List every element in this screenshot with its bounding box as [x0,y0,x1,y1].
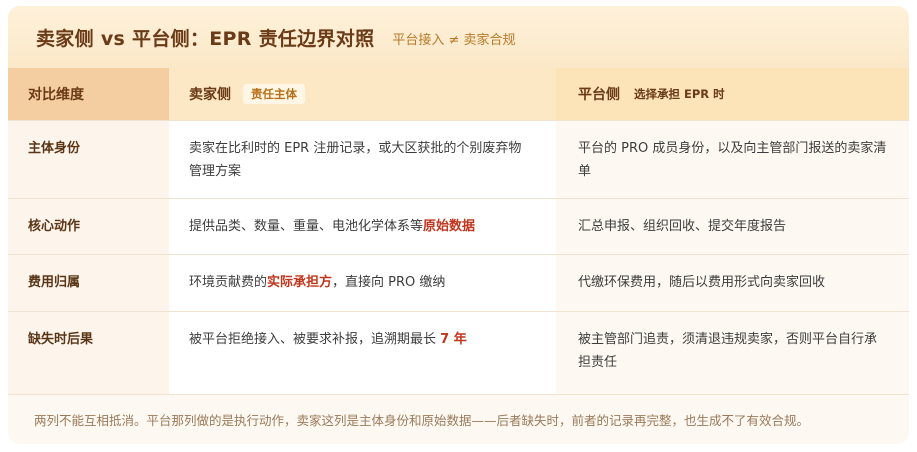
table-header: 对比维度 卖家侧 责任主体 平台侧 选择承担 EPR 时 [8,68,909,120]
page-title: 卖家侧 vs 平台侧：EPR 责任边界对照 [36,27,375,50]
column-label-seller: 卖家侧 [189,87,231,103]
seller-text: 提供品类、数量、重量、电池化学体系等 [189,219,424,234]
seller-highlight: 7 年 [440,332,467,347]
column-header-dimension: 对比维度 [8,68,169,120]
table-row: 主体身份 卖家在比利时的 EPR 注册记录，或大区获批的个别废弃物管理方案 平台… [8,120,909,198]
column-label-platform: 平台侧 [578,87,620,103]
responsibility-card: 卖家侧 vs 平台侧：EPR 责任边界对照 平台接入 ≠ 卖家合规 对比维度 卖… [8,6,909,444]
row-dimension: 核心动作 [8,199,169,254]
card-header: 卖家侧 vs 平台侧：EPR 责任边界对照 平台接入 ≠ 卖家合规 [8,6,909,68]
row-platform-cell: 代缴环保费用，随后以费用形式向卖家回收 [556,255,909,311]
platform-tag-note: 选择承担 EPR 时 [634,87,725,101]
row-seller-cell: 被平台拒绝接入、被要求补报，追溯期最长 7 年 [169,312,556,394]
footer-note: 两列不能互相抵消。平台那列做的是执行动作，卖家这列是主体身份和原始数据——后者缺… [8,394,909,444]
table-row: 费用归属 环境贡献费的实际承担方，直接向 PRO 缴纳 代缴环保费用，随后以费用… [8,254,909,311]
column-header-seller: 卖家侧 责任主体 [169,68,556,120]
row-dimension: 缺失时后果 [8,312,169,394]
row-seller-cell: 卖家在比利时的 EPR 注册记录，或大区获批的个别废弃物管理方案 [169,121,556,198]
row-seller-cell: 环境贡献费的实际承担方，直接向 PRO 缴纳 [169,255,556,311]
seller-highlight: 实际承担方 [267,275,333,290]
seller-highlight: 原始数据 [423,219,476,234]
row-platform-cell: 汇总申报、组织回收、提交年度报告 [556,199,909,254]
seller-text-after: ，直接向 PRO 缴纳 [332,275,446,290]
row-platform-cell: 平台的 PRO 成员身份，以及向主管部门报送的卖家清单 [556,121,909,198]
footer-note-text: 两列不能互相抵消。平台那列做的是执行动作，卖家这列是主体身份和原始数据——后者缺… [34,413,810,428]
row-dimension: 主体身份 [8,121,169,198]
row-platform-cell: 被主管部门追责，须清退违规卖家，否则平台自行承担责任 [556,312,909,394]
seller-text: 被平台拒绝接入、被要求补报，追溯期最长 [189,332,441,347]
table-row: 核心动作 提供品类、数量、重量、电池化学体系等原始数据 汇总申报、组织回收、提交… [8,198,909,254]
page-subtitle: 平台接入 ≠ 卖家合规 [392,33,516,48]
seller-text: 环境贡献费的 [189,275,268,290]
table-row: 缺失时后果 被平台拒绝接入、被要求补报，追溯期最长 7 年 被主管部门追责，须清… [8,311,909,394]
row-dimension: 费用归属 [8,255,169,311]
column-label-dimension: 对比维度 [28,87,84,103]
row-seller-cell: 提供品类、数量、重量、电池化学体系等原始数据 [169,199,556,254]
column-header-platform: 平台侧 选择承担 EPR 时 [556,68,909,120]
seller-tag-badge: 责任主体 [243,84,305,104]
